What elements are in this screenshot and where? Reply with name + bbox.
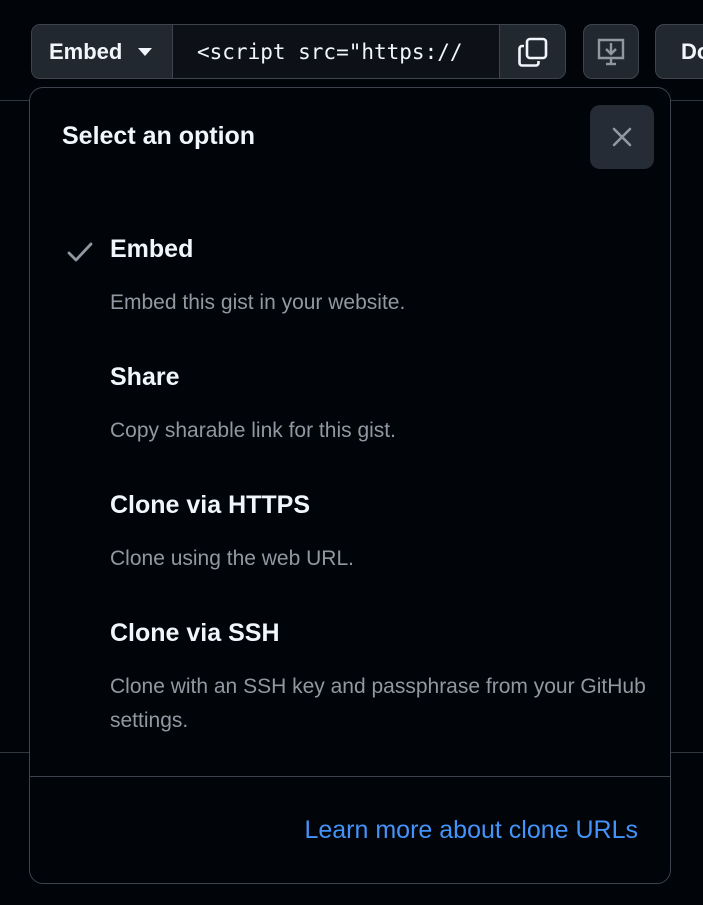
option-share[interactable]: Share Copy sharable link for this gist.	[30, 350, 670, 478]
open-in-desktop-button[interactable]	[583, 24, 639, 79]
close-button[interactable]	[590, 105, 654, 169]
close-icon	[612, 127, 632, 147]
select-option-menu: Select an option Embed Embed this gist i…	[29, 87, 671, 884]
embed-dropdown-label: Embed	[49, 38, 123, 64]
download-zip-button[interactable]: Do	[655, 24, 703, 79]
menu-footer-divider	[30, 776, 670, 777]
desktop-download-icon	[597, 38, 625, 65]
embed-dropdown-button[interactable]: Embed	[32, 25, 173, 78]
copy-button[interactable]	[500, 25, 565, 78]
clipped-option-hint	[110, 746, 270, 756]
option-description: Copy sharable link for this gist.	[110, 419, 396, 442]
copy-icon	[517, 37, 547, 67]
option-clone-ssh[interactable]: Clone via SSH Clone with an SSH key and …	[30, 606, 670, 734]
option-description: Clone using the web URL.	[110, 547, 354, 570]
option-label: Share	[110, 363, 180, 391]
option-embed[interactable]: Embed Embed this gist in your website.	[30, 222, 670, 350]
menu-title: Select an option	[62, 122, 256, 150]
option-description: Clone with an SSH key and passphrase fro…	[110, 675, 646, 732]
gist-page: Embed <script src="https:// Do Select an…	[0, 0, 703, 905]
options-list: Embed Embed this gist in your website. S…	[30, 222, 670, 734]
option-description: Embed this gist in your website.	[110, 291, 406, 314]
option-label: Embed	[110, 235, 194, 263]
embed-url-input[interactable]: <script src="https://	[173, 25, 500, 78]
option-label: Clone via SSH	[110, 619, 280, 647]
option-label: Clone via HTTPS	[110, 491, 311, 519]
chevron-down-icon	[138, 47, 153, 56]
option-clone-https[interactable]: Clone via HTTPS Clone using the web URL.	[30, 478, 670, 606]
check-icon	[67, 242, 93, 262]
embed-clone-group: Embed <script src="https://	[31, 24, 566, 79]
learn-more-clone-urls-link[interactable]: Learn more about clone URLs	[304, 816, 638, 845]
